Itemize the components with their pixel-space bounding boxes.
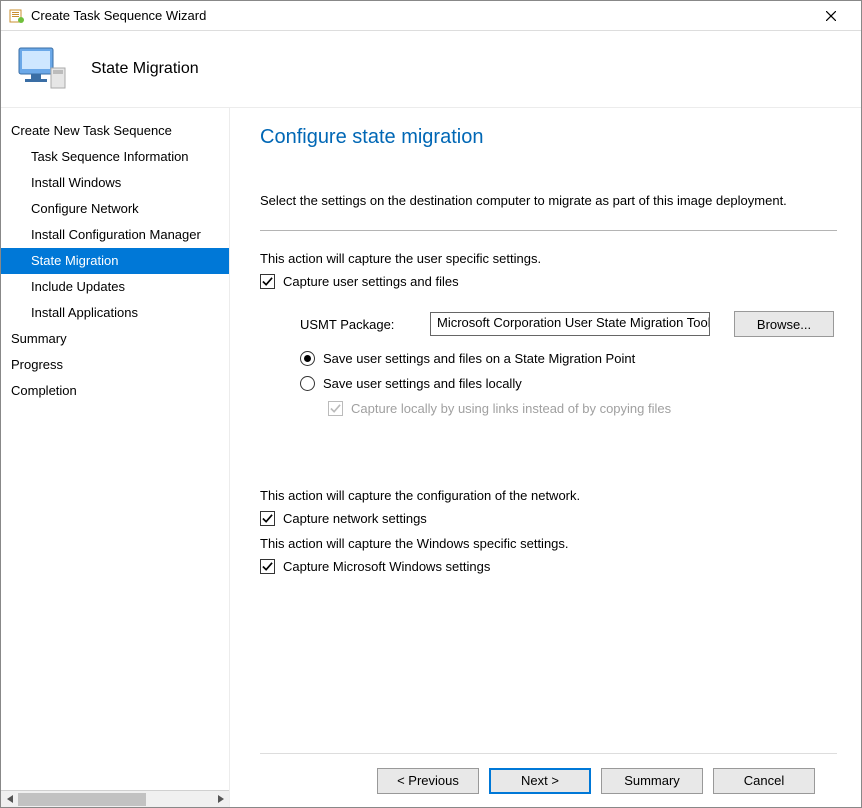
save-locally-radio[interactable]: Save user settings and files locally: [300, 376, 837, 391]
sidebar-item-install-configuration-manager[interactable]: Install Configuration Manager: [1, 222, 229, 248]
titlebar: Create Task Sequence Wizard: [1, 1, 861, 31]
capture-windows-settings-checkbox[interactable]: Capture Microsoft Windows settings: [260, 559, 837, 574]
sidebar-items: Create New Task Sequence Task Sequence I…: [1, 108, 229, 790]
windows-intro-text: This action will capture the Windows spe…: [260, 536, 837, 551]
capture-network-settings-checkbox[interactable]: Capture network settings: [260, 511, 837, 526]
sidebar-item-task-sequence-information[interactable]: Task Sequence Information: [1, 144, 229, 170]
checkbox-icon: [260, 511, 275, 526]
usmt-package-label: USMT Package:: [300, 317, 430, 332]
save-on-smp-radio[interactable]: Save user settings and files on a State …: [300, 351, 837, 366]
intro-text: Select the settings on the destination c…: [260, 193, 837, 208]
usmt-package-row: USMT Package: Microsoft Corporation User…: [300, 311, 837, 337]
sidebar-item-create-new-task-sequence[interactable]: Create New Task Sequence: [1, 118, 229, 144]
radio-unselected-icon: [300, 376, 315, 391]
capture-user-settings-checkbox[interactable]: Capture user settings and files: [260, 274, 837, 289]
sidebar-horizontal-scrollbar[interactable]: [1, 790, 229, 807]
capture-network-settings-label: Capture network settings: [283, 511, 427, 526]
content-row: Create New Task Sequence Task Sequence I…: [1, 107, 861, 807]
previous-button[interactable]: < Previous: [377, 768, 479, 794]
window-title: Create Task Sequence Wizard: [31, 8, 809, 23]
radio-selected-icon: [300, 351, 315, 366]
save-on-smp-label: Save user settings and files on a State …: [323, 351, 635, 366]
sidebar-item-completion[interactable]: Completion: [1, 378, 229, 404]
checkbox-disabled-icon: [328, 401, 343, 416]
save-locally-label: Save user settings and files locally: [323, 376, 522, 391]
sidebar-item-progress[interactable]: Progress: [1, 352, 229, 378]
scroll-thumb[interactable]: [18, 793, 146, 806]
divider: [260, 230, 837, 231]
sidebar-item-configure-network[interactable]: Configure Network: [1, 196, 229, 222]
close-button[interactable]: [809, 1, 853, 31]
sidebar-item-install-applications[interactable]: Install Applications: [1, 300, 229, 326]
scroll-track[interactable]: [18, 791, 212, 808]
page-title: State Migration: [91, 60, 199, 78]
network-intro-text: This action will capture the configurati…: [260, 488, 837, 503]
main-panel: Configure state migration Select the set…: [229, 107, 861, 807]
checkbox-icon: [260, 274, 275, 289]
monitor-icon: [15, 42, 69, 96]
scroll-right-arrow-icon[interactable]: [212, 791, 229, 808]
usmt-package-input[interactable]: Microsoft Corporation User State Migrati…: [430, 312, 710, 336]
capture-user-settings-label: Capture user settings and files: [283, 274, 459, 289]
summary-button[interactable]: Summary: [601, 768, 703, 794]
next-button[interactable]: Next >: [489, 768, 591, 794]
sidebar: Create New Task Sequence Task Sequence I…: [1, 107, 229, 807]
wizard-icon: [9, 8, 25, 24]
browse-button[interactable]: Browse...: [734, 311, 834, 337]
sidebar-item-summary[interactable]: Summary: [1, 326, 229, 352]
sidebar-item-install-windows[interactable]: Install Windows: [1, 170, 229, 196]
capture-local-links-checkbox: Capture locally by using links instead o…: [328, 401, 837, 416]
capture-local-links-label: Capture locally by using links instead o…: [351, 401, 671, 416]
scroll-left-arrow-icon[interactable]: [1, 791, 18, 808]
main-heading: Configure state migration: [260, 126, 837, 149]
sidebar-item-include-updates[interactable]: Include Updates: [1, 274, 229, 300]
capture-windows-settings-label: Capture Microsoft Windows settings: [283, 559, 490, 574]
checkbox-icon: [260, 559, 275, 574]
sidebar-item-state-migration[interactable]: State Migration: [1, 248, 229, 274]
footer: < Previous Next > Summary Cancel: [260, 753, 837, 807]
capture-intro-text: This action will capture the user specif…: [260, 251, 837, 266]
cancel-button[interactable]: Cancel: [713, 768, 815, 794]
header-band: State Migration: [1, 31, 861, 107]
